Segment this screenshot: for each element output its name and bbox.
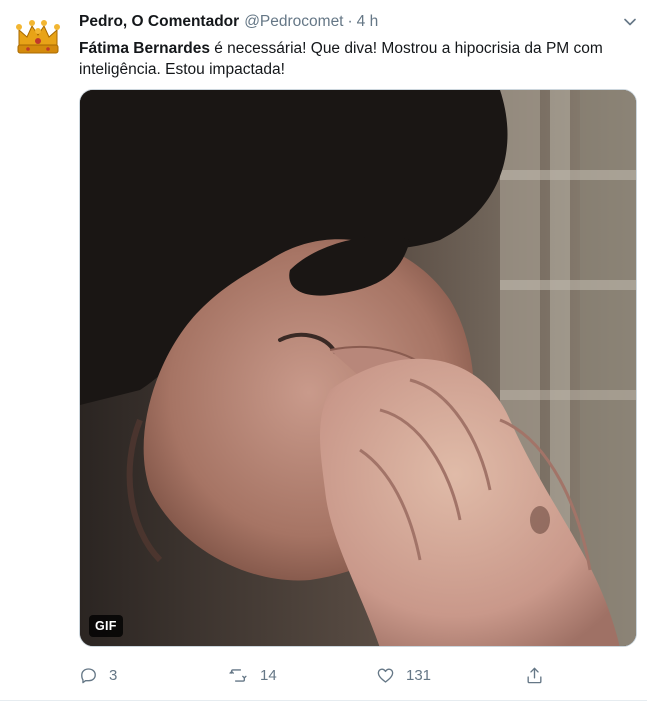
crown-avatar-icon [12, 10, 64, 62]
share-button[interactable] [525, 664, 544, 686]
share-icon [527, 667, 542, 683]
timestamp[interactable]: 4 h [357, 12, 379, 32]
reply-icon [81, 667, 96, 683]
retweet-icon [229, 668, 247, 682]
tweet-text: Fátima Bernardes é necessária! Que diva!… [79, 38, 629, 80]
reply-button[interactable]: 3 [79, 664, 117, 686]
avatar[interactable] [12, 10, 64, 62]
retweet-button[interactable]: 14 [227, 664, 277, 686]
author-handle[interactable]: @Pedrocomet [244, 12, 343, 32]
tweet[interactable]: Pedro, O Comentador @Pedrocomet · 4 h Fá… [0, 0, 647, 701]
author-name[interactable]: Pedro, O Comentador [79, 12, 239, 32]
gif-badge: GIF [89, 615, 123, 637]
like-button[interactable]: 131 [376, 664, 431, 686]
reply-count: 3 [109, 666, 118, 684]
mention-text[interactable]: Fátima Bernardes [79, 40, 210, 57]
gif-media[interactable]: GIF [79, 89, 637, 647]
heart-icon [377, 667, 394, 683]
chevron-down-icon[interactable] [622, 14, 638, 30]
separator-dot: · [347, 13, 353, 30]
tweet-header: Pedro, O Comentador @Pedrocomet · 4 h [79, 12, 587, 34]
like-count: 131 [406, 666, 432, 684]
tweet-actions: 3 14 131 [79, 664, 639, 686]
gif-image [80, 90, 636, 646]
retweet-count: 14 [260, 666, 277, 684]
